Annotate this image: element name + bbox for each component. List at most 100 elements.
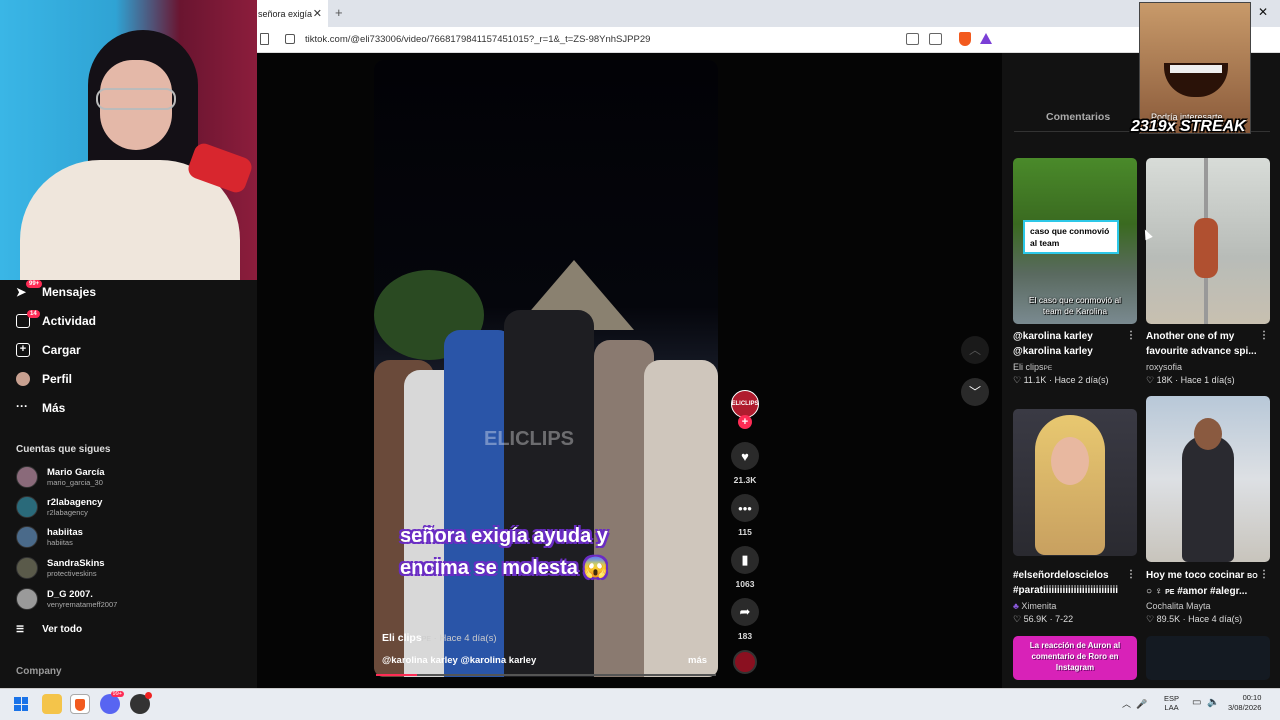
obs-icon[interactable] [130, 692, 152, 714]
card-title[interactable]: @karolina karley @karolina karley [1013, 329, 1131, 359]
window-close-button[interactable]: ✕ [1258, 5, 1268, 19]
card-author[interactable]: Eli clipsPE [1013, 362, 1052, 372]
bookmark-icon[interactable] [260, 33, 269, 45]
keyboard-layout: LAA [1164, 703, 1179, 712]
share-count: 183 [737, 631, 753, 641]
card-more-icon[interactable]: ⋮ [1259, 569, 1269, 580]
card-author[interactable]: roxysofia [1146, 362, 1182, 372]
card-author[interactable]: Cochalita Mayta [1146, 601, 1211, 611]
video-player[interactable]: ELICLIPS [374, 60, 718, 677]
card-title-line-2: favourite advance spi... [1146, 346, 1257, 357]
heart-outline-icon: ♡ [1013, 375, 1024, 385]
video-progress-fill [376, 674, 417, 676]
brave-shield-icon[interactable] [959, 32, 971, 46]
share-action[interactable]: ➦ 183 [731, 598, 759, 641]
card-title[interactable]: Hoy me toco cocinar BO ○ ♀ PE #amor #ale… [1146, 568, 1264, 600]
save-action[interactable]: ▮ 1063 [731, 546, 759, 589]
card-stats: ♡ 89.5K · Hace 4 día(s) [1146, 614, 1243, 624]
tab-close-icon[interactable]: ✕ [313, 7, 322, 20]
sidebar-item-upload[interactable]: + Cargar [16, 343, 81, 357]
card-more-icon[interactable]: ⋮ [1126, 569, 1136, 580]
chevron-down-icon[interactable]: ﹀ [961, 378, 989, 406]
heart-outline-icon: ♡ [1013, 614, 1024, 624]
sidebar-item-label: Mensajes [42, 285, 97, 299]
video-thumbnail[interactable]: caso que conmovió al team El caso que co… [1013, 158, 1137, 324]
video-description[interactable]: @karolina karley @karolina karley [382, 655, 536, 666]
video-author-name[interactable]: Eli clips [382, 632, 422, 644]
language-indicator[interactable]: ESP LAA [1164, 694, 1179, 712]
following-account[interactable]: habiitas habiitas [16, 526, 83, 548]
sidebar-item-messages[interactable]: ➤ 99+ Mensajes [16, 280, 97, 299]
video-progress-bar[interactable] [376, 674, 716, 676]
following-account[interactable]: SandraSkins protectiveskins [16, 557, 105, 579]
see-all-link[interactable]: ☰ Ver todo [16, 624, 82, 635]
thumbnail-person [1035, 415, 1105, 555]
browser-tab[interactable]: señora exigía ✕ [257, 0, 328, 27]
avatar [16, 526, 38, 548]
account-name: Mario García [47, 466, 105, 478]
thumbnail-overlay-text: El caso que conmovió al team de Karolina [1028, 295, 1122, 316]
video-thumbnail[interactable] [1146, 158, 1270, 324]
clock[interactable]: 00:10 3/08/2026 [1228, 693, 1261, 713]
card-title[interactable]: Another one of my favourite advance spi.… [1146, 329, 1264, 359]
microphone-icon[interactable]: 🎤 [1136, 699, 1147, 709]
music-disc-icon[interactable] [733, 650, 757, 674]
creator-avatar[interactable]: ELICLIPS [731, 390, 759, 418]
brave-rewards-icon[interactable] [980, 33, 992, 44]
video-author[interactable]: Eli clipsPE · Hace 4 día(s) [382, 632, 497, 644]
comment-icon[interactable]: ••• [731, 494, 759, 522]
brave-browser-icon[interactable] [70, 694, 90, 714]
avatar [16, 557, 38, 579]
card-author[interactable]: ♣ Ximenita [1013, 601, 1056, 611]
sidebar-item-activity[interactable]: 14 Actividad [16, 310, 96, 328]
sidebar-item-more[interactable]: ··· Más [16, 400, 65, 415]
following-account[interactable]: r2labagency r2labagency [16, 496, 102, 518]
thumbnail-face [1051, 437, 1089, 485]
new-tab-button[interactable]: + [335, 5, 343, 20]
bookmark-save-icon[interactable]: ▮ [731, 546, 759, 574]
thumbnail-person [1182, 436, 1234, 562]
heart-icon[interactable]: ♥ [731, 442, 759, 470]
video-thumbnail[interactable] [1013, 409, 1137, 556]
card-title-line-1: Hoy me toco cocinar BO [1146, 568, 1264, 584]
like-action[interactable]: ♥ 21.3K [731, 442, 759, 485]
account-name: r2labagency [47, 496, 103, 508]
following-account[interactable]: Mario García mario_garcia_30 [16, 466, 105, 488]
tab-comments[interactable]: Comentarios [1046, 111, 1110, 123]
video-time: · Hace 4 día(s) [431, 633, 497, 644]
video-thumbnail[interactable]: La reacción de Auron al comentario de Ro… [1013, 636, 1137, 680]
comment-count: 115 [738, 527, 752, 537]
translate-icon[interactable] [906, 33, 919, 45]
video-thumbnail[interactable] [1146, 636, 1270, 680]
comment-action[interactable]: ••• 115 [731, 494, 759, 537]
avatar [16, 496, 38, 518]
cast-icon[interactable] [929, 33, 942, 45]
network-icon[interactable]: ▭ [1192, 697, 1201, 708]
follow-plus-button[interactable]: + [738, 415, 752, 429]
card-more-icon[interactable]: ⋮ [1259, 330, 1269, 341]
url-field[interactable]: tiktok.com/@eli733006/video/766817984115… [305, 34, 650, 45]
site-info-icon[interactable] [285, 34, 295, 44]
video-thumbnail[interactable] [1146, 396, 1270, 562]
card-title-line-1: #elseñordeloscielos [1013, 570, 1109, 581]
windows-start-icon[interactable] [14, 697, 28, 711]
volume-icon[interactable]: 🔈 [1207, 697, 1219, 708]
dancer-emoji-icon: ♀ [1154, 586, 1166, 597]
webcam-glasses [96, 88, 176, 110]
chevron-up-icon[interactable]: ︿ [961, 336, 989, 364]
company-link[interactable]: Company [16, 666, 62, 677]
following-account[interactable]: D_G 2007. venyrematameff2007 [16, 588, 117, 610]
card-title-line-2: ○ ♀ PE #amor #alegr... [1146, 584, 1264, 600]
card-more-icon[interactable]: ⋮ [1126, 330, 1136, 341]
system-tray[interactable]: ︿ 🎤 [1122, 697, 1147, 710]
chevron-up-icon[interactable]: ︿ [1122, 699, 1131, 709]
thumbnail-face [1194, 418, 1222, 450]
discord-icon[interactable]: 99+ [100, 691, 124, 714]
card-title[interactable]: #elseñordeloscielos #paratiiiiiiiiiiiiii… [1013, 568, 1131, 598]
sidebar-item-profile[interactable]: Perfil [16, 372, 72, 386]
sidebar-item-label: Cargar [42, 343, 81, 357]
account-name: D_G 2007. [47, 588, 93, 600]
more-link[interactable]: más [688, 655, 707, 666]
file-explorer-icon[interactable] [42, 694, 62, 714]
share-arrow-icon[interactable]: ➦ [731, 598, 759, 626]
